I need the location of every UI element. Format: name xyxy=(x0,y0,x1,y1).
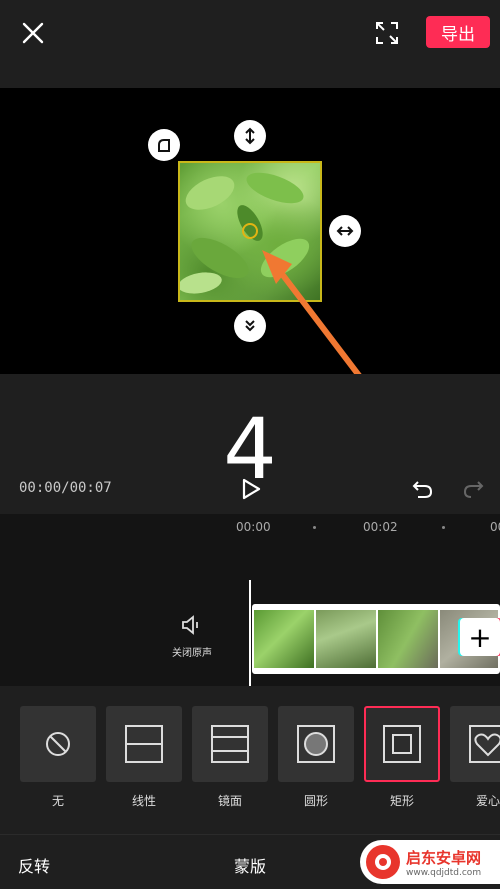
ruler-dot xyxy=(313,526,316,529)
mask-option-circle[interactable]: 圆形 xyxy=(278,706,354,809)
ruler-label: 00 xyxy=(490,520,500,534)
mute-label: 关闭原声 xyxy=(172,648,212,659)
mask-tile[interactable] xyxy=(20,706,96,782)
none-icon xyxy=(46,732,70,756)
close-icon[interactable] xyxy=(18,18,48,48)
mask-label: 矩形 xyxy=(389,794,414,808)
top-bar: 导出 xyxy=(0,0,500,88)
mask-label: 无 xyxy=(51,794,64,808)
playhead[interactable] xyxy=(249,580,251,686)
fullscreen-icon[interactable] xyxy=(372,18,402,48)
mute-original-button[interactable]: 关闭原声 xyxy=(162,614,222,659)
mask-label: 镜面 xyxy=(217,794,242,808)
watermark-logo-icon xyxy=(366,845,400,879)
ruler-label: 00:02 xyxy=(363,520,398,534)
watermark-url: www.qdjdtd.com xyxy=(406,867,482,878)
watermark-title: 启东安卓网 xyxy=(406,848,482,867)
mask-tile[interactable] xyxy=(106,706,182,782)
add-clip-button[interactable]: + xyxy=(460,618,500,656)
mask-option-none[interactable]: 无 xyxy=(20,706,96,809)
mask-tile[interactable] xyxy=(192,706,268,782)
mask-option-linear[interactable]: 线性 xyxy=(106,706,182,809)
mask-tile[interactable] xyxy=(278,706,354,782)
video-preview[interactable] xyxy=(0,88,500,374)
rectangle-mask-icon xyxy=(383,725,421,763)
play-icon[interactable] xyxy=(238,476,264,502)
mask-tile-selected[interactable] xyxy=(364,706,440,782)
mask-options: 无 线性 镜面 圆形 矩形 爱心 xyxy=(0,686,500,834)
export-button[interactable]: 导出 xyxy=(426,16,490,48)
watermark: 启东安卓网 www.qdjdtd.com xyxy=(360,840,500,884)
time-display: 00:00/00:07 xyxy=(19,480,112,496)
mask-option-mirror[interactable]: 镜面 xyxy=(192,706,268,809)
timeline[interactable]: 00:00 00:02 00 关闭原声 + xyxy=(0,514,500,686)
mask-option-rectangle[interactable]: 矩形 xyxy=(364,706,440,809)
mirror-mask-icon xyxy=(211,725,249,763)
undo-icon[interactable] xyxy=(410,476,436,502)
track-thumbnail xyxy=(254,610,314,668)
circle-mask-icon xyxy=(297,725,335,763)
redo-icon[interactable] xyxy=(460,476,486,502)
mask-tile[interactable] xyxy=(450,706,500,782)
track-thumbnail xyxy=(316,610,376,668)
linear-mask-icon xyxy=(125,725,163,763)
annotation-arrow xyxy=(262,250,362,374)
mask-option-heart[interactable]: 爱心 xyxy=(450,706,500,809)
ruler-label: 00:00 xyxy=(236,520,271,534)
mask-label: 爱心 xyxy=(476,794,500,808)
heart-mask-icon xyxy=(469,725,500,763)
mask-label: 线性 xyxy=(131,794,156,808)
track-thumbnail xyxy=(378,610,438,668)
speaker-icon xyxy=(182,615,198,635)
mask-label: 圆形 xyxy=(303,794,328,808)
playback-controls: 4 00:00/00:07 xyxy=(0,374,500,514)
ruler-dot xyxy=(442,526,445,529)
